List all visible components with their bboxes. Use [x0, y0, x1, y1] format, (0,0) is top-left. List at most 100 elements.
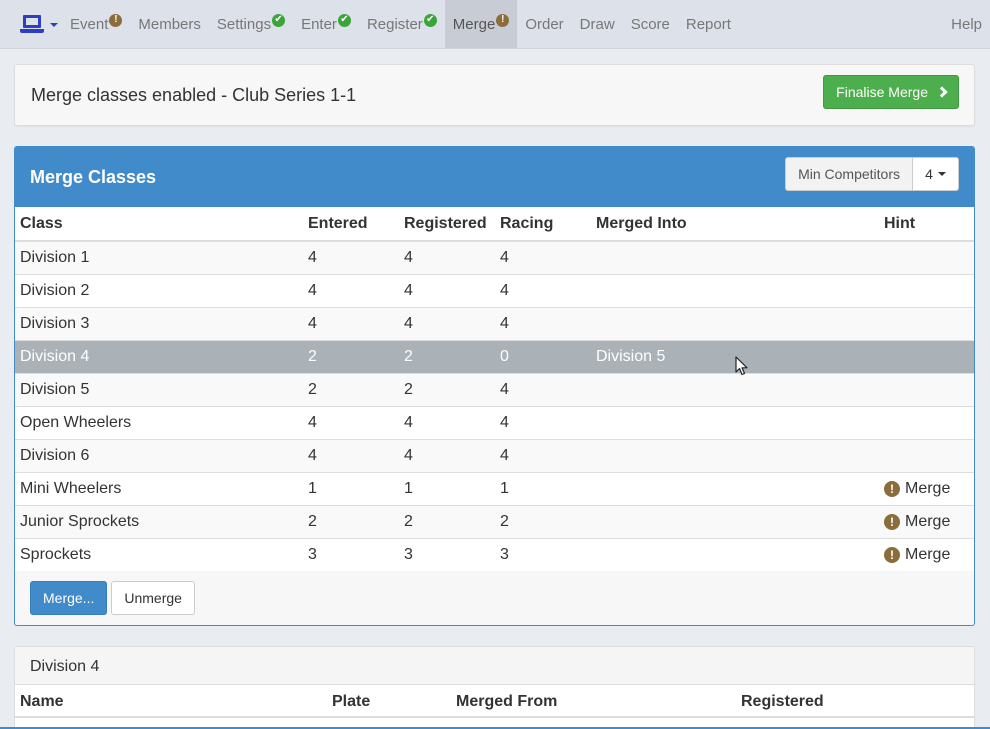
cell-merged-into: [591, 372, 879, 406]
col-registered[interactable]: Registered: [399, 207, 495, 242]
cell-entered: 1: [303, 471, 399, 505]
col-entered[interactable]: Entered: [303, 207, 399, 242]
cell-racing: 1: [495, 471, 591, 505]
cell-hint: [879, 372, 974, 406]
table-row[interactable]: Mini Wheelers 1 1 1! Merge: [15, 471, 974, 505]
nav-help[interactable]: Help: [943, 0, 990, 48]
cell-racing: 0: [495, 339, 591, 373]
check-circle-icon: ✔: [423, 13, 437, 27]
finalise-merge-label: Finalise Merge: [836, 84, 928, 100]
cell-hint: [879, 273, 974, 307]
nav-members[interactable]: Members: [130, 0, 209, 48]
cell-class: Division 5: [15, 372, 303, 406]
col-hint[interactable]: Hint: [879, 207, 974, 242]
cell-entered: 4: [303, 306, 399, 340]
nav-draw[interactable]: Draw: [572, 0, 623, 48]
detail-header-row: Name Plate Merged From Registered: [15, 685, 974, 718]
cell-class: Division 4: [15, 339, 303, 373]
nav-register[interactable]: Register ✔: [359, 0, 445, 48]
cell-class: Mini Wheelers: [15, 471, 303, 505]
cell-registered: 4: [399, 306, 495, 340]
nav-event[interactable]: Event!: [62, 0, 130, 48]
nav-label: Score: [630, 15, 670, 33]
merge-hint[interactable]: ! Merge: [884, 480, 974, 498]
min-competitors-dropdown[interactable]: 4: [913, 157, 959, 191]
merge-status-title: Merge classes enabled - Club Series 1-1: [31, 85, 357, 105]
brand-menu[interactable]: [0, 0, 62, 48]
cell-merged-into: [591, 240, 879, 274]
cell-entered: 4: [303, 405, 399, 439]
col-plate[interactable]: Plate: [332, 693, 370, 711]
table-row[interactable]: Sprockets 3 3 3! Merge: [15, 537, 974, 571]
nav-score[interactable]: Score: [623, 0, 678, 48]
cell-entered: 3: [303, 537, 399, 571]
merge-hint[interactable]: ! Merge: [884, 546, 974, 564]
table-row[interactable]: Division 2444: [15, 273, 974, 307]
col-merged-into[interactable]: Merged Into: [591, 207, 879, 242]
col-registered-detail[interactable]: Registered: [741, 693, 824, 711]
cell-class: Junior Sprockets: [15, 504, 303, 538]
cell-racing: 4: [495, 273, 591, 307]
nav-report[interactable]: Report: [678, 0, 739, 48]
nav-order[interactable]: Order: [517, 0, 571, 48]
cell-registered: 4: [399, 240, 495, 274]
cell-racing: 4: [495, 405, 591, 439]
col-racing[interactable]: Racing: [495, 207, 591, 242]
cell-class: Division 6: [15, 438, 303, 472]
hint-label: Merge: [905, 545, 951, 563]
nav-label: Report: [685, 15, 731, 33]
finalise-merge-button[interactable]: Finalise Merge: [823, 75, 959, 109]
nav-label: Order: [525, 15, 564, 33]
cell-hint: ! Merge: [879, 537, 974, 571]
merge-button[interactable]: Merge...: [30, 581, 108, 615]
cell-registered: 3: [399, 537, 495, 571]
cell-class: Sprockets: [15, 537, 303, 571]
unmerge-button[interactable]: Unmerge: [111, 581, 195, 615]
cell-racing: 3: [495, 537, 591, 571]
nav-settings[interactable]: Settings ✔: [209, 0, 293, 48]
cell-hint: [879, 339, 974, 373]
cell-hint: [879, 405, 974, 439]
mouse-cursor-icon: [735, 356, 748, 376]
table-row[interactable]: Division 3444: [15, 306, 974, 340]
laptop-icon: [20, 15, 44, 33]
nav-label: Settings: [216, 15, 272, 33]
col-merged-from[interactable]: Merged From: [456, 693, 557, 711]
top-navbar: Event! Members Settings ✔ Enter ✔ Register ✔ Mer…: [0, 0, 990, 49]
cell-entered: 4: [303, 273, 399, 307]
cell-merged-into: [591, 306, 879, 340]
cell-class: Open Wheelers: [15, 405, 303, 439]
table-row[interactable]: Division 5224: [15, 372, 974, 406]
nav-label: Draw: [579, 15, 615, 33]
cell-class: Division 2: [15, 273, 303, 307]
detail-title: Division 4: [30, 658, 100, 675]
exclamation-circle-icon: !: [884, 546, 900, 563]
cell-registered: 2: [399, 504, 495, 538]
merge-hint[interactable]: ! Merge: [884, 513, 974, 531]
table-row[interactable]: Division 4 2 2 0 Division 5: [15, 339, 974, 373]
cell-registered: 4: [399, 438, 495, 472]
cell-registered: 4: [399, 405, 495, 439]
cell-racing: 4: [495, 438, 591, 472]
table-header-row: Class Entered Registered Racing Merged I…: [15, 207, 974, 242]
nav-enter[interactable]: Enter ✔: [293, 0, 359, 48]
cell-merged-into: [591, 504, 879, 538]
cell-entered: 4: [303, 438, 399, 472]
cell-merged-into: [591, 273, 879, 307]
table-row[interactable]: Division 1444: [15, 240, 974, 274]
cell-racing: 4: [495, 372, 591, 406]
check-circle-icon: ✔: [337, 13, 351, 27]
merge-panel-title: Merge Classes: [30, 167, 157, 187]
cell-racing: 4: [495, 306, 591, 340]
cell-merged-into: [591, 438, 879, 472]
min-competitors-value: 4: [925, 166, 933, 182]
nav-merge[interactable]: Merge!: [444, 0, 518, 48]
col-name[interactable]: Name: [20, 693, 64, 711]
col-class[interactable]: Class: [15, 207, 303, 242]
nav-items: Event! Members Settings ✔ Enter ✔ Register ✔ Mer…: [62, 0, 739, 48]
cell-registered: 4: [399, 273, 495, 307]
table-row[interactable]: Open Wheelers 4 4 4: [15, 405, 974, 439]
table-row[interactable]: Junior Sprockets 2 2 2! Merge: [15, 504, 974, 538]
exclamation-circle-icon: !: [884, 513, 900, 530]
table-row[interactable]: Division 6444: [15, 438, 974, 472]
